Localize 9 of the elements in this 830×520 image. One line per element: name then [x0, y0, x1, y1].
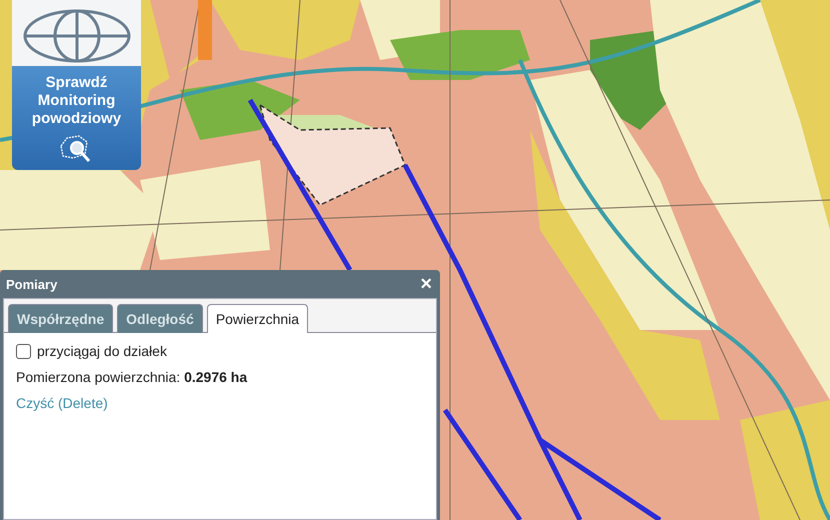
- tab[interactable]: Współrzędne: [8, 304, 114, 333]
- clear-link[interactable]: Czyść (Delete): [16, 395, 108, 411]
- checkbox-label[interactable]: przyciągaj do działek: [37, 343, 167, 359]
- tab[interactable]: Odległość: [117, 304, 203, 333]
- close-button[interactable]: ×: [418, 274, 434, 294]
- measured-area-text: Pomierzona powierzchnia: 0.2976 ha: [16, 369, 248, 385]
- dialog-title: Pomiary: [6, 276, 58, 292]
- flood-monitoring-button[interactable]: Sprawdź Monitoring powodziowy: [12, 66, 141, 170]
- tab[interactable]: Powierzchnia: [206, 304, 308, 333]
